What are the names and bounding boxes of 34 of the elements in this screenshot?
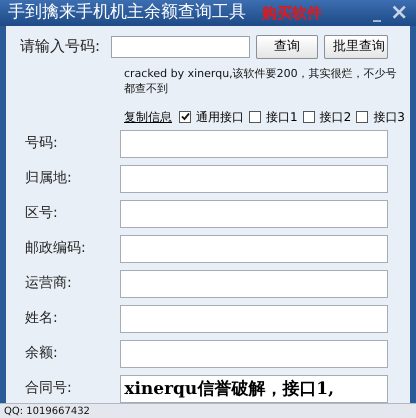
text-field[interactable] (120, 234, 388, 262)
field-label: 姓名: (24, 309, 59, 328)
text-field[interactable] (120, 130, 388, 158)
checkbox[interactable] (356, 110, 368, 122)
checkbox[interactable] (179, 110, 191, 122)
copy-info-link[interactable]: 复制信息 (124, 108, 172, 126)
checkbox-label[interactable]: 接口2 (320, 108, 352, 126)
minimize-button[interactable]: _ (368, 4, 386, 21)
field-label: 号码: (24, 134, 59, 153)
phone-input[interactable] (111, 36, 250, 58)
field-label: 区号: (24, 204, 59, 223)
checkbox-label[interactable]: 接口3 (373, 108, 405, 126)
field-label: 运营商: (24, 274, 73, 293)
window-title: 手到擒来手机机主余额查询工具 (8, 1, 246, 24)
text-field[interactable] (120, 304, 388, 332)
query-button[interactable]: 查询 (256, 34, 318, 58)
text-field[interactable] (120, 200, 388, 228)
status-text: QQ: 1019667432 (4, 404, 90, 418)
field-label: 邮政编码: (24, 239, 87, 258)
field-label: 合同号: (24, 379, 73, 398)
checkbox[interactable] (249, 110, 261, 122)
note-text: cracked by xinerqu,该软件要200，其实很烂，不少号都查不到 (124, 66, 398, 96)
close-button[interactable]: × (390, 2, 408, 24)
text-field[interactable]: xinerqu信誉破解，接口1, (120, 374, 388, 402)
text-field[interactable] (120, 164, 388, 192)
field-label: 归属地: (24, 169, 73, 188)
checkbox[interactable] (302, 110, 315, 122)
checkbox-label[interactable]: 接口1 (266, 108, 298, 126)
text-field[interactable] (120, 270, 388, 298)
field-label: 余额: (24, 344, 59, 363)
text-field[interactable] (120, 340, 388, 368)
checkbox-label[interactable]: 通用接口 (196, 108, 244, 126)
phone-label: 请输入号码: (20, 36, 102, 58)
batch-query-button[interactable]: 批里查询 (324, 34, 388, 58)
